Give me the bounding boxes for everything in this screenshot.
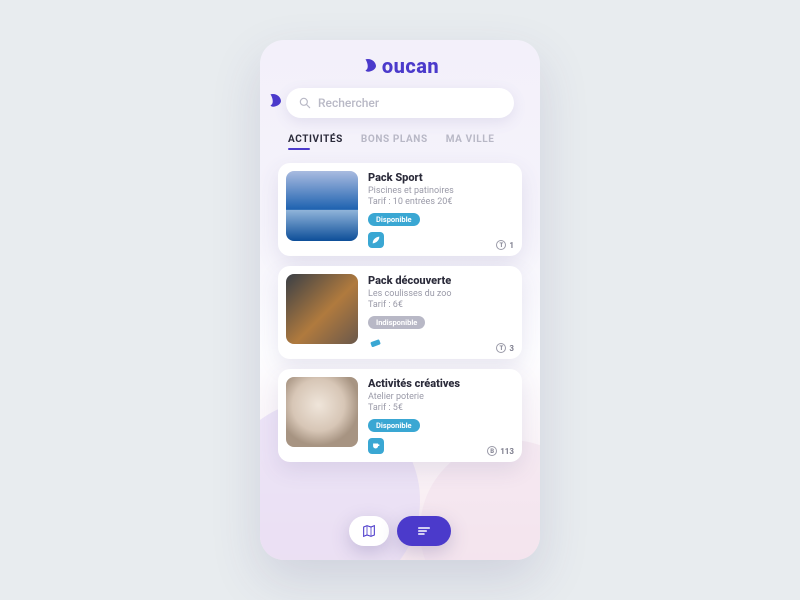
- card-tarif: Tarif : 5€: [368, 403, 514, 413]
- cup-icon: [368, 438, 384, 454]
- card-subtitle: Piscines et patinoires: [368, 186, 514, 196]
- counter-icon: T: [496, 240, 506, 250]
- activity-card[interactable]: Pack Sport Piscines et patinoires Tarif …: [278, 163, 522, 256]
- tabs: ACTIVITÉS BONS PLANS MA VILLE: [260, 124, 540, 149]
- counter-value: 113: [500, 447, 514, 456]
- card-title: Pack Sport: [368, 171, 514, 184]
- card-counter: T 1: [496, 240, 514, 250]
- search-input[interactable]: Rechercher: [286, 88, 514, 118]
- list-icon: [415, 522, 433, 540]
- counter-value: 1: [509, 241, 514, 250]
- tab-bons-plans[interactable]: BONS PLANS: [361, 134, 428, 145]
- card-title: Pack découverte: [368, 274, 514, 287]
- counter-icon: T: [496, 343, 506, 353]
- hint-badge[interactable]: [266, 92, 284, 110]
- brand-text: oucan: [382, 54, 439, 78]
- tab-activites[interactable]: ACTIVITÉS: [288, 134, 343, 145]
- card-thumbnail: [286, 274, 358, 344]
- card-thumbnail: [286, 171, 358, 241]
- card-thumbnail: [286, 377, 358, 447]
- list-view-button[interactable]: [397, 516, 451, 546]
- status-badge: Disponible: [368, 213, 420, 226]
- card-counter: B 113: [487, 446, 514, 456]
- status-badge: Indisponible: [368, 316, 425, 329]
- card-title: Activités créatives: [368, 377, 514, 390]
- card-tarif: Tarif : 6€: [368, 300, 514, 310]
- card-info: Activités créatives Atelier poterie Tari…: [368, 377, 514, 454]
- toucan-icon: [361, 57, 379, 75]
- phone-frame: oucan Rechercher ACTIVITÉS BONS PLANS MA…: [260, 40, 540, 560]
- search-row: Rechercher: [260, 84, 540, 124]
- card-info: Pack découverte Les coulisses du zoo Tar…: [368, 274, 514, 351]
- tab-label: ACTIVITÉS: [288, 134, 343, 145]
- card-list: Pack Sport Piscines et patinoires Tarif …: [260, 149, 540, 522]
- bottom-bar: [349, 516, 451, 546]
- card-info: Pack Sport Piscines et patinoires Tarif …: [368, 171, 514, 248]
- map-icon: [361, 523, 377, 539]
- map-view-button[interactable]: [349, 516, 389, 546]
- card-tarif: Tarif : 10 entrées 20€: [368, 197, 514, 207]
- status-badge: Disponible: [368, 419, 420, 432]
- activity-card[interactable]: Activités créatives Atelier poterie Tari…: [278, 369, 522, 462]
- ticket-icon: [368, 335, 384, 351]
- tab-ma-ville[interactable]: MA VILLE: [446, 134, 495, 145]
- counter-icon: B: [487, 446, 497, 456]
- search-placeholder: Rechercher: [318, 96, 379, 110]
- activity-card[interactable]: Pack découverte Les coulisses du zoo Tar…: [278, 266, 522, 359]
- search-icon: [298, 96, 312, 110]
- card-subtitle: Les coulisses du zoo: [368, 289, 514, 299]
- tab-label: MA VILLE: [446, 134, 495, 145]
- brand-logo: oucan: [260, 40, 540, 84]
- leaf-icon: [368, 232, 384, 248]
- card-counter: T 3: [496, 343, 514, 353]
- card-subtitle: Atelier poterie: [368, 392, 514, 402]
- counter-value: 3: [509, 344, 514, 353]
- tab-label: BONS PLANS: [361, 134, 428, 145]
